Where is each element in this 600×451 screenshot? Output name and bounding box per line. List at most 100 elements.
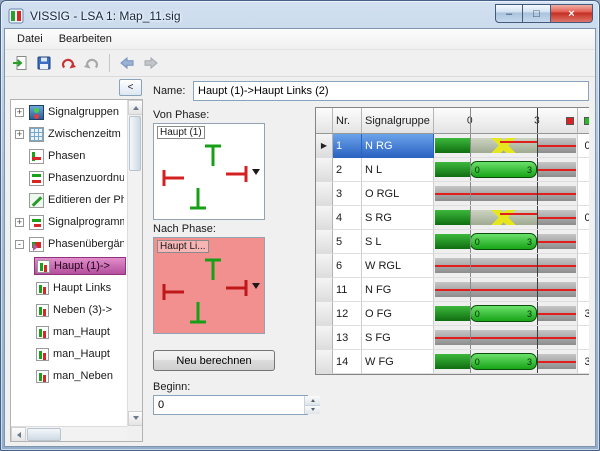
row-end-value — [578, 182, 589, 206]
open-button[interactable] — [9, 52, 31, 74]
row-nr: 3 — [333, 182, 362, 206]
row-timeline[interactable] — [434, 278, 578, 302]
red-state-icon — [566, 117, 574, 125]
tree-expander-icon[interactable]: + — [15, 218, 24, 227]
row-nr: 14 — [333, 350, 362, 374]
header-end[interactable] — [578, 108, 589, 134]
table-row[interactable]: ▶ 14 W FG 03 3 — [316, 350, 589, 374]
save-button[interactable] — [33, 52, 55, 74]
table-row[interactable]: ▶ 6 W RGL — [316, 254, 589, 278]
sidebar-item-phasen[interactable]: Phasen — [12, 145, 126, 167]
maximize-button[interactable]: □ — [523, 4, 551, 23]
header-nr[interactable]: Nr. — [333, 108, 362, 134]
tree-vertical-scrollbar[interactable] — [127, 100, 142, 426]
row-timeline[interactable]: 03 — [434, 302, 578, 326]
sidebar-item-label: man_Haupt — [53, 326, 110, 338]
row-timeline[interactable]: 03 — [434, 158, 578, 182]
recalculate-button[interactable]: Neu berechnen — [153, 350, 275, 371]
scroll-thumb[interactable] — [129, 116, 141, 171]
scroll-left-icon[interactable] — [11, 427, 26, 442]
back-button[interactable] — [116, 52, 138, 74]
beginn-input[interactable] — [154, 396, 304, 414]
dropdown-arrow-icon[interactable] — [252, 283, 260, 289]
sidebar-collapse-button[interactable]: < — [119, 79, 142, 96]
sidebar-item-man-haupt-1[interactable]: man_Haupt — [12, 321, 126, 343]
sidebar-item-haupt-links[interactable]: Haupt Links — [12, 277, 126, 299]
sidebar-item-phasenuebergaenge[interactable]: - Phasenübergän — [12, 233, 126, 255]
sidebar-item-haupt-1[interactable]: Haupt (1)-> — [12, 255, 126, 277]
row-timeline[interactable]: 03 — [434, 350, 578, 374]
row-timeline[interactable] — [434, 182, 578, 206]
tree-expander-icon[interactable]: - — [15, 240, 24, 249]
name-input[interactable] — [193, 81, 589, 101]
von-phase-selector[interactable]: Haupt (1) — [153, 123, 265, 220]
scroll-thumb[interactable] — [27, 428, 61, 441]
close-button[interactable]: × — [551, 4, 593, 23]
forward-button[interactable] — [140, 52, 162, 74]
row-timeline[interactable] — [434, 206, 578, 230]
sidebar-item-label: man_Haupt — [53, 348, 110, 360]
row-selector[interactable]: ▶ — [316, 230, 333, 254]
forward-arrow-icon — [143, 55, 159, 71]
edit-phases-icon — [29, 193, 44, 208]
sidebar-item-editieren[interactable]: Editieren der Ph — [12, 189, 126, 211]
table-row[interactable]: ▶ 12 O FG 03 3 — [316, 302, 589, 326]
minimize-button[interactable]: – — [495, 4, 523, 23]
sidebar-item-zwischenzeiten[interactable]: + Zwischenzeitm — [12, 123, 126, 145]
menu-bearbeiten[interactable]: Bearbeiten — [51, 31, 120, 47]
table-row[interactable]: ▶ 2 N L 03 — [316, 158, 589, 182]
titlebar[interactable]: VISSIG - LSA 1: Map_11.sig – □ × — [1, 1, 599, 28]
row-signalgruppe: S L — [362, 230, 434, 254]
row-timeline[interactable] — [434, 326, 578, 350]
row-timeline[interactable] — [434, 134, 578, 158]
client-area: Datei Bearbeiten — [4, 28, 596, 447]
sidebar-item-signalprogramme[interactable]: + Signalprogramm — [12, 211, 126, 233]
back-arrow-icon — [119, 55, 135, 71]
table-row[interactable]: ▶ 5 S L 03 — [316, 230, 589, 254]
dropdown-arrow-icon[interactable] — [252, 169, 260, 175]
table-row[interactable]: ▶ 1 N RG 0 — [316, 134, 589, 158]
sidebar-item-signalgruppen[interactable]: + Signalgruppen — [12, 101, 126, 123]
scroll-down-icon[interactable] — [128, 411, 143, 426]
row-selector[interactable]: ▶ — [316, 206, 333, 230]
name-label: Name: — [153, 85, 193, 97]
menu-datei[interactable]: Datei — [9, 31, 51, 47]
spinner-down-icon[interactable] — [305, 405, 320, 415]
row-signalgruppe: S RG — [362, 206, 434, 230]
row-selector[interactable]: ▶ — [316, 158, 333, 182]
table-row[interactable]: ▶ 3 O RGL — [316, 182, 589, 206]
scroll-up-icon[interactable] — [128, 100, 143, 115]
sidebar-item-neben-3[interactable]: Neben (3)-> — [12, 299, 126, 321]
tree-expander-icon[interactable]: + — [15, 130, 24, 139]
nach-phase-selector[interactable]: Haupt Li... — [153, 237, 265, 334]
header-signalgruppe[interactable]: Signalgruppe — [362, 108, 434, 134]
tree-horizontal-scrollbar[interactable] — [11, 426, 127, 441]
row-selector[interactable]: ▶ — [316, 278, 333, 302]
row-timeline[interactable]: 03 — [434, 230, 578, 254]
sidebar-item-phasenzuordnung[interactable]: Phasenzuordnu — [12, 167, 126, 189]
row-selector[interactable]: ▶ — [316, 182, 333, 206]
sidebar-item-man-haupt-2[interactable]: man_Haupt — [12, 343, 126, 365]
redo-button[interactable] — [81, 52, 103, 74]
spinner-up-icon[interactable] — [305, 396, 320, 405]
undo-button[interactable] — [57, 52, 79, 74]
row-selector[interactable]: ▶ — [316, 254, 333, 278]
row-end-value: 3 — [578, 350, 589, 374]
tree-expander-icon[interactable]: + — [15, 108, 24, 117]
header-timeline[interactable]: 0 3 — [434, 108, 578, 134]
row-timeline[interactable] — [434, 254, 578, 278]
row-selector[interactable]: ▶ — [316, 350, 333, 374]
row-end-value — [578, 158, 589, 182]
table-row[interactable]: ▶ 13 S FG — [316, 326, 589, 350]
sidebar-item-man-neben[interactable]: man_Neben — [12, 365, 126, 387]
nach-phase-label: Nach Phase: — [153, 223, 313, 235]
phase-transition-icon — [36, 282, 49, 295]
phase-transition-icon — [36, 304, 49, 317]
beginn-label: Beginn: — [153, 381, 313, 393]
row-selector[interactable]: ▶ — [316, 302, 333, 326]
table-row[interactable]: ▶ 4 S RG 0 — [316, 206, 589, 230]
table-row[interactable]: ▶ 11 N FG — [316, 278, 589, 302]
sidebar-item-label: Haupt Links — [53, 282, 111, 294]
row-selector[interactable]: ▶ — [316, 326, 333, 350]
row-selector[interactable]: ▶ — [316, 134, 333, 158]
